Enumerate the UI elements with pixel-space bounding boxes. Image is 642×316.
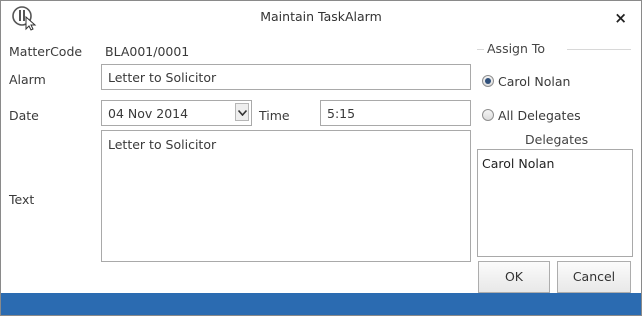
group-border-left [477,49,484,50]
status-bar [1,293,641,315]
list-item[interactable]: Carol Nolan [478,150,632,171]
chevron-down-icon [238,110,247,116]
radio-carol-nolan[interactable] [482,75,494,87]
matter-code-value: BLA001/0001 [105,44,190,59]
date-dropdown-button[interactable] [235,103,249,121]
delegates-list[interactable]: Carol Nolan [477,149,633,257]
window-title: Maintain TaskAlarm [260,9,382,24]
time-label: Time [259,108,290,123]
radio-all-delegates-label[interactable]: All Delegates [498,108,581,123]
cancel-button[interactable]: Cancel [557,261,631,293]
title-bar: Maintain TaskAlarm × [1,1,641,35]
delegates-title: Delegates [525,132,589,147]
close-button[interactable]: × [614,9,627,27]
radio-carol-nolan-label[interactable]: Carol Nolan [498,74,570,89]
alarm-label: Alarm [9,72,46,87]
maintain-task-alarm-dialog: Maintain TaskAlarm × MatterCode BLA001/0… [0,0,642,316]
time-input[interactable]: 5:15 [320,100,471,126]
date-picker[interactable]: 04 Nov 2014 [101,100,252,126]
date-label: Date [9,108,39,123]
matter-code-label: MatterCode [9,44,83,59]
radio-all-delegates[interactable] [482,109,494,121]
date-value: 04 Nov 2014 [108,106,189,121]
alarm-input[interactable]: Letter to Solicitor [101,64,471,90]
text-label: Text [9,192,35,207]
assign-to-title: Assign To [487,41,546,56]
text-area[interactable]: Letter to Solicitor [101,130,471,262]
ok-button[interactable]: OK [478,261,550,293]
radio-selected-dot [485,78,491,84]
group-border-right [567,49,631,50]
